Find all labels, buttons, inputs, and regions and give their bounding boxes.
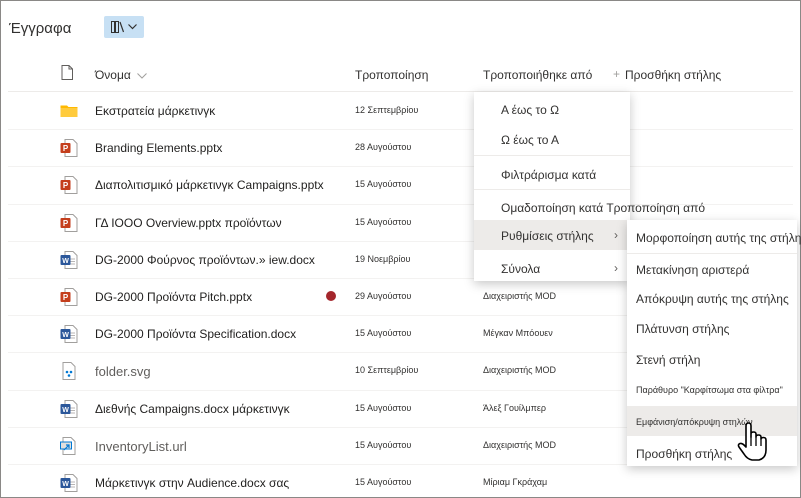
svg-text:W: W [62, 332, 69, 339]
modified-date: 28 Αυγούστου [355, 142, 412, 153]
modified-by: Μίριαμ Γκράχαμ [483, 477, 548, 487]
modified-by: Μέγκαν Μπόουεν [483, 328, 553, 339]
menu-item-move-left[interactable]: Μετακίνηση αριστερά [627, 254, 797, 284]
menu-item-label: Φιλτράρισμα κατά [501, 168, 597, 182]
column-settings-submenu: Μορφοποίηση αυτής της στήλης Μετακίνηση … [627, 220, 801, 468]
docx-file-icon: W [60, 399, 78, 418]
docx-file-icon: W [60, 474, 78, 492]
menu-item-add-column[interactable]: Προσθήκη στήλης [627, 438, 797, 468]
modified-date: 29 Αυγούστου [355, 291, 412, 301]
svg-text:P: P [63, 144, 69, 153]
file-name[interactable]: DG-2000 Προϊόντα Specification.docx [95, 327, 296, 341]
modified-by: Διαχειριστής MOD [483, 365, 557, 376]
header-divider [8, 91, 793, 92]
docx-file-icon: W [60, 325, 78, 344]
url-file-icon [60, 436, 78, 455]
table-row[interactable]: W Μάρκετινγκ στην Audience.docx σας 15 Αυγ… [0, 465, 801, 498]
menu-item-label: Απόκρυψη αυτής της στήλης [636, 292, 789, 306]
view-switcher-button[interactable] [104, 16, 144, 38]
modified-by: Άλεξ Γουίλμπερ [483, 402, 546, 413]
menu-separator [474, 155, 630, 156]
menu-item-column-settings[interactable]: Ρυθμίσεις στήλης › [474, 220, 630, 250]
column-name-label: Όνομα [95, 68, 131, 82]
file-name[interactable]: Μάρκετινγκ στην Audience.docx σας [95, 476, 289, 490]
menu-item-format-column[interactable]: Μορφοποίηση αυτής της στήλης [627, 222, 801, 252]
column-header-name[interactable]: Όνομα [95, 68, 148, 82]
menu-item-label: Σύνολα [501, 262, 541, 276]
modified-date: 15 Αυγούστου [355, 179, 412, 190]
page-title: Έγγραφα [9, 20, 72, 37]
library-view-icon [111, 21, 125, 33]
modified-by: Διαχειριστής MOD [483, 291, 557, 301]
pptx-file-icon: P [60, 139, 78, 158]
status-alert-icon [326, 291, 336, 301]
file-name[interactable]: DG-2000 Προϊόντα Pitch.pptx [95, 290, 252, 304]
menu-item-label: Στενή στήλη [636, 353, 701, 367]
modified-date: 15 Αυγούστου [355, 477, 412, 487]
modified-date: 10 Σεπτεμβρίου [355, 365, 419, 376]
folder-file-icon [60, 102, 78, 120]
menu-item-sort-z-a[interactable]: Ω έως το Α [474, 124, 630, 154]
menu-item-narrow-column[interactable]: Στενή στήλη [627, 344, 797, 374]
svg-text:P: P [63, 293, 69, 302]
file-type-icon[interactable] [61, 65, 73, 80]
file-name[interactable]: DG-2000 Φούρνος προϊόντων.» iew.docx [95, 253, 315, 267]
menu-item-totals[interactable]: Σύνολα › [474, 253, 630, 283]
modified-by: Διαχειριστής MOD [483, 439, 557, 450]
table-row[interactable]: Εκστρατεία μάρκετινγκ 12 Σεπτεμβρίου [0, 93, 801, 130]
modified-date: 15 Αυγούστου [355, 328, 412, 339]
add-column-plus-icon: + [613, 67, 621, 81]
menu-item-label: Ω έως το Α [501, 133, 560, 147]
modified-date: 15 Αυγούστου [355, 216, 412, 227]
svg-text:W: W [62, 258, 69, 265]
modified-date: 19 Νοεμβρίου [355, 253, 411, 264]
pptx-file-icon: P [60, 213, 78, 232]
file-name[interactable]: folder.svg [95, 364, 151, 379]
file-name[interactable]: Διεθνής Campaigns.docx μάρκετινγκ [95, 402, 290, 416]
column-context-menu: Α έως το Ω Ω έως το Α Φιλτράρισμα κατά Ο… [474, 92, 705, 283]
column-header-add-column[interactable]: Προσθήκη στήλης [625, 68, 721, 82]
menu-item-label: Ρυθμίσεις στήλης [501, 229, 594, 243]
menu-item-label: Μετακίνηση αριστερά [636, 263, 750, 277]
modified-date: 15 Αυγούστου [355, 439, 412, 450]
menu-item-hide-column[interactable]: Απόκρυψη αυτής της στήλης [627, 283, 797, 313]
file-name[interactable]: ΓΔ ΙΟΟΟ Overview.pptx προϊόντων [95, 216, 282, 230]
file-name[interactable]: Εκστρατεία μάρκετινγκ [95, 104, 215, 118]
modified-date: 15 Αυγούστου [355, 402, 412, 413]
menu-item-label: Ομαδοποίηση κατά Τροποποίηση από [501, 201, 706, 215]
svg-file-icon [60, 362, 78, 381]
menu-item-sort-a-z[interactable]: Α έως το Ω [474, 94, 630, 124]
menu-item-label: Μορφοποίηση αυτής της στήλης [636, 231, 801, 245]
menu-item-group-by[interactable]: Ομαδοποίηση κατά Τροποποίηση από [474, 192, 705, 222]
file-name[interactable]: InventoryList.url [95, 439, 187, 454]
hand-cursor-icon [737, 422, 767, 461]
pptx-file-icon: P [60, 288, 78, 306]
table-row[interactable]: P Branding Elements.pptx 28 Αυγούστου [0, 130, 801, 167]
column-header-modified[interactable]: Τροποποίηση [355, 68, 428, 82]
menu-item-label: Παράθυρο "Καρφίτσωμα στα φίλτρα" [636, 385, 783, 395]
chevron-right-icon: › [614, 228, 618, 242]
chevron-right-icon: › [614, 261, 618, 275]
chevron-down-icon [137, 72, 148, 79]
svg-text:P: P [63, 181, 69, 190]
chevron-down-icon [128, 24, 137, 30]
menu-separator [474, 189, 630, 190]
column-header-modified-by[interactable]: Τροποποιήθηκε από [483, 68, 592, 82]
file-name[interactable]: Διαπολιτισμικό μάρκετινγκ Campaigns.pptx [95, 178, 324, 192]
svg-text:W: W [62, 481, 69, 488]
menu-item-pin-to-filters[interactable]: Παράθυρο "Καρφίτσωμα στα φίλτρα" [627, 374, 797, 404]
modified-date: 12 Σεπτεμβρίου [355, 105, 419, 115]
pptx-file-icon: P [60, 176, 78, 195]
menu-item-widen-column[interactable]: Πλάτυνση στήλης [627, 313, 797, 343]
menu-item-label: Προσθήκη στήλης [636, 447, 733, 461]
menu-item-show-hide-columns[interactable]: Εμφάνιση/απόκρυψη στηλών [627, 406, 797, 436]
menu-item-label: Πλάτυνση στήλης [636, 322, 730, 336]
svg-text:W: W [62, 407, 69, 414]
menu-item-label: Α έως το Ω [501, 103, 560, 117]
svg-text:P: P [63, 219, 69, 228]
file-name[interactable]: Branding Elements.pptx [95, 141, 222, 155]
menu-item-filter-by[interactable]: Φιλτράρισμα κατά [474, 159, 630, 189]
docx-file-icon: W [60, 250, 78, 269]
table-row[interactable]: P Διαπολιτισμικό μάρκετινγκ Campaigns.ppt… [0, 167, 801, 204]
